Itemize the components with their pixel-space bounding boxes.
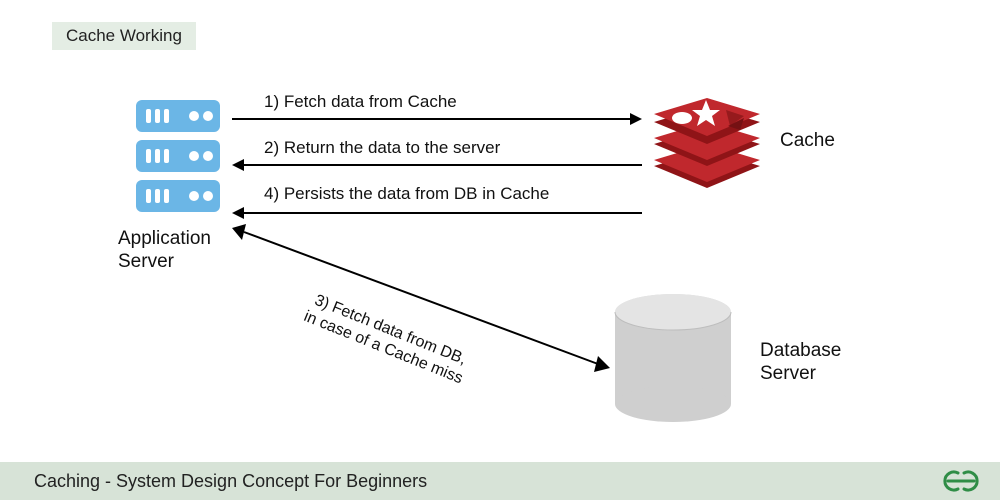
cache-icon: [648, 88, 766, 203]
application-server-icon: [128, 100, 228, 225]
title-text: Cache Working: [66, 26, 182, 45]
flow-4-label: 4) Persists the data from DB in Cache: [264, 184, 549, 204]
flow-1-label: 1) Fetch data from Cache: [264, 92, 457, 112]
cache-label: Cache: [780, 130, 835, 153]
application-server-label: Application Server: [118, 228, 211, 274]
database-icon: [608, 290, 738, 435]
title-badge: Cache Working: [52, 22, 196, 50]
footer-text: Caching - System Design Concept For Begi…: [34, 471, 427, 492]
arrow-fetch-cache: [232, 112, 642, 126]
database-label: Database Server: [760, 340, 841, 386]
arrow-return-data: [232, 158, 642, 172]
flow-2-label: 2) Return the data to the server: [264, 138, 500, 158]
brand-logo-icon: [942, 469, 980, 493]
footer-bar: Caching - System Design Concept For Begi…: [0, 462, 1000, 500]
arrow-persist-db: [232, 206, 642, 220]
